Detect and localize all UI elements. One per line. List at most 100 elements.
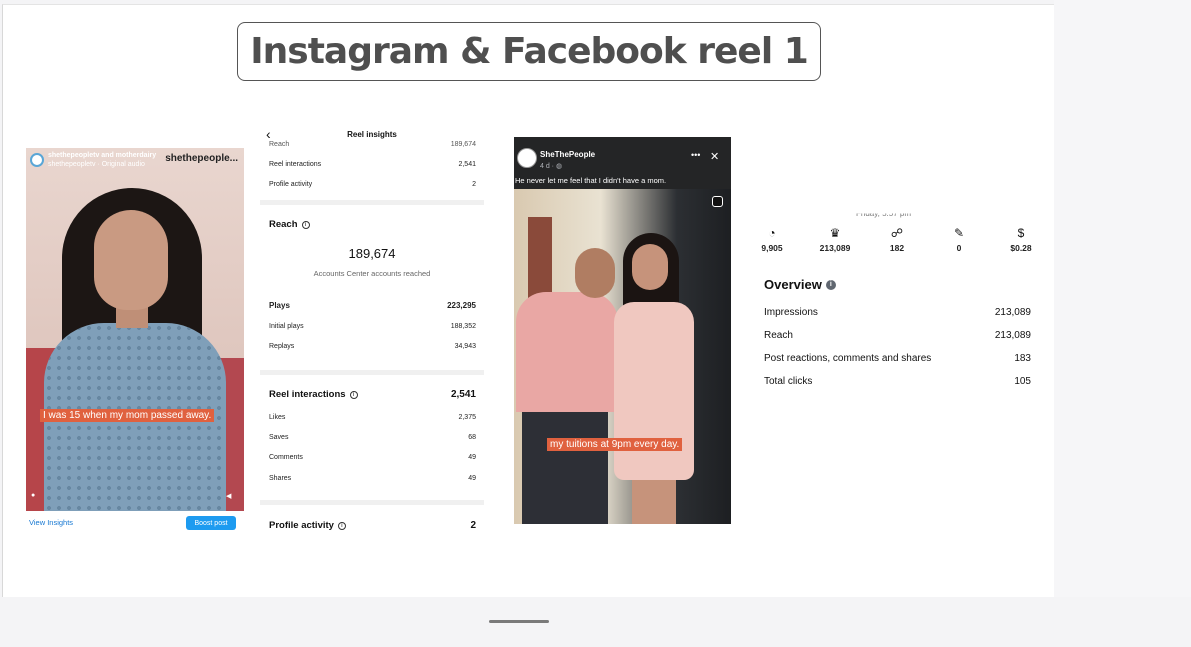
likes-row[interactable]: Likes 2,375: [269, 414, 476, 421]
metric-value: 182: [889, 243, 905, 253]
account-avatar[interactable]: [30, 153, 44, 167]
section-divider: [260, 200, 484, 205]
man-head: [575, 248, 615, 298]
woman-dress: [614, 302, 694, 480]
bottom-bar: [0, 597, 1191, 647]
row-label: Likes: [269, 414, 286, 421]
row-value: 49: [468, 475, 476, 482]
summary-row-reel-interactions[interactable]: Reel interactions 2,541: [269, 161, 476, 168]
post-time: 4 d · ◍: [540, 162, 562, 170]
person-face: [94, 210, 168, 310]
metric-value: 213,089: [819, 243, 851, 253]
profile-activity-value: 2: [470, 520, 476, 531]
instagram-reel-video[interactable]: shethepeopletv and motherdairy shethepeo…: [26, 148, 244, 511]
row-value: 188,352: [450, 323, 476, 330]
engagement-icon: ☍: [890, 226, 904, 240]
multi-photo-icon[interactable]: [712, 196, 723, 207]
metric-earnings[interactable]: $ $0.28: [996, 225, 1046, 253]
metric-value: 0: [956, 243, 962, 253]
summary-value: 2,541: [458, 161, 476, 168]
scroll-handle[interactable]: [489, 620, 549, 623]
metric-audience[interactable]: ♛ 213,089: [810, 225, 860, 253]
summary-label: Profile activity: [269, 181, 313, 188]
summary-row-profile-activity[interactable]: Profile activity 2: [269, 181, 476, 188]
summary-value: 189,674: [450, 141, 476, 148]
row-value: 68: [468, 434, 476, 441]
reach-value: 189,674: [348, 246, 396, 261]
info-icon[interactable]: i: [301, 220, 310, 229]
metric-comments[interactable]: ✎ 0: [934, 225, 984, 253]
comments-row[interactable]: Comments 49: [269, 454, 476, 461]
summary-label: Reel interactions: [269, 161, 322, 168]
summary-label: Reach: [269, 141, 290, 148]
page-avatar[interactable]: [517, 148, 537, 168]
plays-label: Plays: [269, 301, 290, 310]
overview-title: Overview i: [764, 277, 836, 292]
row-value: 183: [1014, 353, 1031, 364]
dollar-icon: $: [1017, 226, 1025, 240]
section-divider: [260, 500, 484, 505]
row-label: Initial plays: [269, 323, 304, 330]
replays-row[interactable]: Replays 34,943: [269, 343, 476, 350]
overview-row-impressions[interactable]: Impressions 213,089: [764, 307, 1031, 318]
metric-engagement[interactable]: ☍ 182: [872, 225, 922, 253]
man-shirt: [516, 292, 618, 412]
mute-icon[interactable]: ◀: [226, 492, 234, 500]
row-value: 34,943: [454, 343, 476, 350]
row-label: Reach: [764, 330, 793, 341]
boost-post-button[interactable]: Boost post: [186, 516, 236, 530]
facebook-post-panel: my tuitions at 9pm every day. SheThePeop…: [514, 137, 731, 524]
post-time-text: 4 d ·: [540, 163, 556, 170]
post-date-partial: Friday, 5:57 pm: [856, 209, 911, 219]
row-value: 105: [1014, 376, 1031, 387]
saves-row[interactable]: Saves 68: [269, 434, 476, 441]
insights-title: Reel insights: [347, 129, 397, 139]
row-value: 213,089: [994, 330, 1031, 341]
audience-icon: ♛: [829, 226, 841, 240]
profile-activity-title: Profile activity i: [269, 520, 346, 531]
reach-section-title: Reach i: [269, 219, 310, 230]
plays-value: 223,295: [447, 301, 476, 310]
plays-row[interactable]: Plays 223,295: [269, 301, 476, 310]
info-icon[interactable]: i: [825, 279, 836, 290]
row-value: 49: [468, 454, 476, 461]
reel-interactions-title: Reel interactions i: [269, 389, 358, 400]
initial-plays-row[interactable]: Initial plays 188,352: [269, 323, 476, 330]
overview-row-total-clicks[interactable]: Total clicks 105: [764, 376, 1031, 387]
metrics-row: ◔ 9,905 ♛ 213,089 ☍ 182 ✎ 0 $ $0.28: [760, 225, 1040, 259]
row-label: Impressions: [764, 307, 818, 318]
reel-account-info: shethepeopletv and motherdairy shethepeo…: [48, 151, 156, 169]
info-icon[interactable]: i: [337, 521, 346, 530]
metric-views[interactable]: ◔ 9,905: [747, 225, 797, 253]
row-label: Replays: [269, 343, 295, 350]
slide-title: Instagram & Facebook reel 1: [250, 31, 808, 72]
row-value: 2,375: [458, 414, 476, 421]
globe-icon: ◍: [555, 163, 563, 170]
info-icon[interactable]: i: [349, 390, 358, 399]
summary-row-reach[interactable]: Reach 189,674: [269, 141, 476, 148]
post-text: He never let me feel that I didn't have …: [515, 176, 667, 185]
right-gutter: [1054, 0, 1191, 597]
slide-title-box: Instagram & Facebook reel 1: [237, 22, 821, 81]
view-insights-link[interactable]: View Insights: [29, 518, 73, 527]
reel-logo: shethepeople...: [165, 153, 238, 164]
facebook-post-header: SheThePeople 4 d · ◍ ••• ✕ He never let …: [514, 137, 731, 189]
row-label: Total clicks: [764, 376, 813, 387]
user-tag-icon[interactable]: ●: [31, 492, 39, 500]
reel-account-names[interactable]: shethepeopletv and motherdairy: [48, 151, 156, 160]
speedometer-icon: ◔: [768, 226, 776, 240]
shares-row[interactable]: Shares 49: [269, 475, 476, 482]
profile-activity-title-text: Profile activity: [269, 520, 334, 531]
reel-interactions-title-text: Reel interactions: [269, 389, 346, 400]
overview-row-reach[interactable]: Reach 213,089: [764, 330, 1031, 341]
close-icon[interactable]: ✕: [710, 150, 719, 163]
summary-value: 2: [472, 181, 476, 188]
man-pants: [522, 407, 608, 524]
reel-interactions-value: 2,541: [450, 389, 476, 400]
more-dots-icon[interactable]: •••: [691, 150, 700, 160]
reel-caption: I was 15 when my mom passed away.: [40, 409, 215, 422]
page-name[interactable]: SheThePeople: [540, 150, 595, 159]
overview-row-post-reactions[interactable]: Post reactions, comments and shares 183: [764, 353, 1031, 364]
reel-audio-line[interactable]: shethepeopletv · Original audio: [48, 160, 156, 169]
back-chevron-icon[interactable]: ‹: [266, 126, 271, 142]
